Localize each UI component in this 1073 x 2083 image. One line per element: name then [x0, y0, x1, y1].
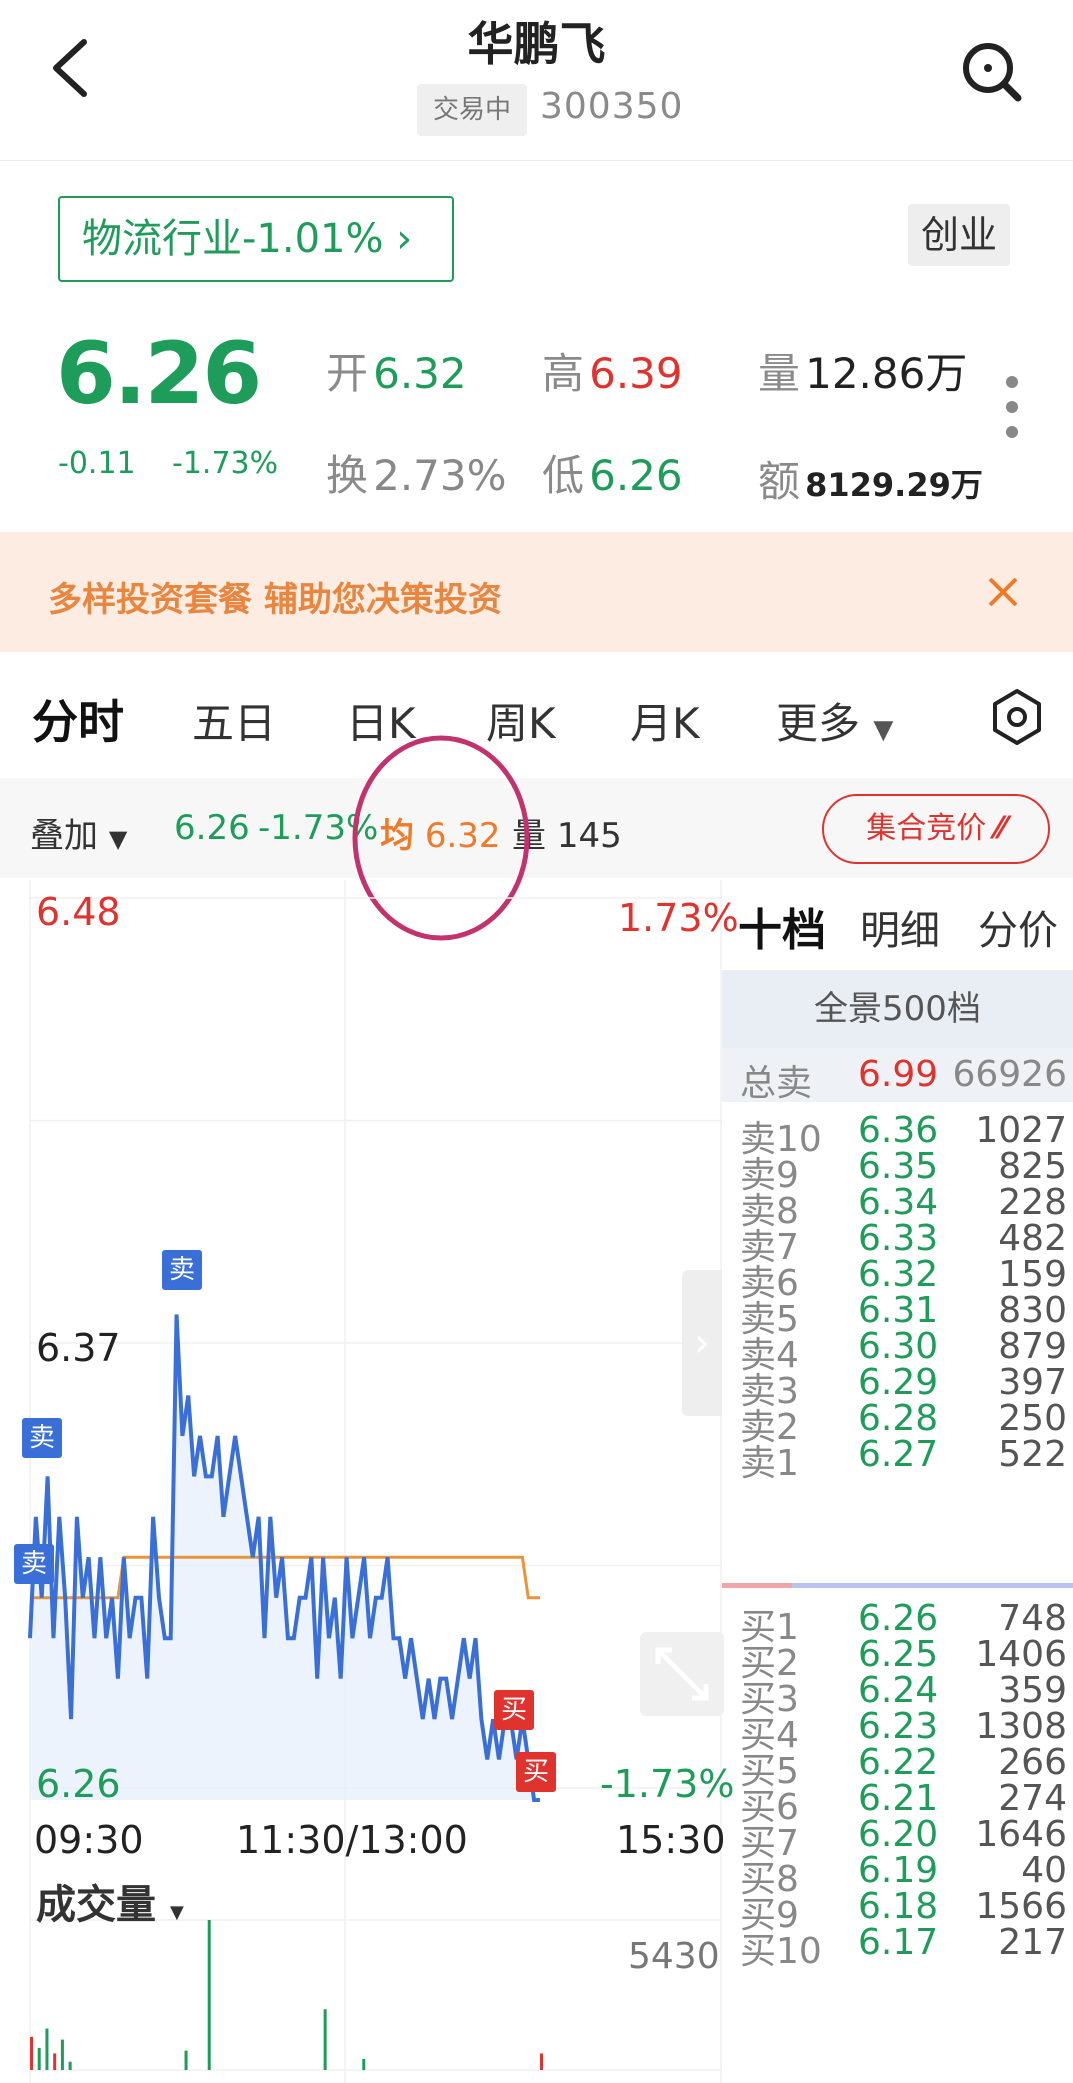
volume-value: 12.86万 [805, 349, 968, 398]
overlay-label: 叠加 [30, 816, 98, 856]
y-axis-top-label: 6.48 [36, 890, 121, 934]
sell-row[interactable]: 卖1 6.27 522 [722, 1432, 1073, 1484]
time-end-label: 15:30 [616, 1818, 726, 1862]
sell-label: 卖1 [740, 1443, 799, 1484]
volume-bar [207, 1920, 211, 2070]
low-stat: 低 6.26 [542, 442, 683, 503]
chevron-right-icon: › [396, 216, 413, 262]
amount-label: 额 [758, 457, 801, 506]
buy-marker[interactable]: 买 [516, 1752, 556, 1792]
expand-panel-handle[interactable]: › [682, 1270, 722, 1416]
stock-code: 300350 [540, 86, 684, 127]
volume-bar [323, 2009, 327, 2070]
open-stat: 开 6.32 [326, 340, 467, 401]
auction-label: 集合竞价 [866, 811, 987, 846]
toolbar-price: 6.26 [174, 808, 250, 848]
panorama-500-button[interactable]: 全景500档 [722, 970, 1073, 1048]
volume-bar [68, 2061, 72, 2070]
buy-row[interactable]: 买10 6.17 217 [722, 1920, 1073, 1972]
total-sell-label: 总卖 [740, 1063, 813, 1104]
bid-ask-divider-accent [722, 1583, 792, 1588]
auction-stripes-icon: ⁄⁄ [995, 811, 1006, 846]
current-price: 6.26 [56, 324, 262, 424]
tab-intraday[interactable]: 分时 [32, 686, 124, 752]
volume-title[interactable]: 成交量 ▼ [36, 1872, 184, 1930]
fullscreen-icon[interactable] [640, 1632, 724, 1716]
promo-text: 多样投资套餐 辅助您决策投资 [48, 580, 502, 620]
sell-vol: 522 [998, 1434, 1067, 1475]
volume-bar [30, 2036, 33, 2070]
open-label: 开 [326, 349, 369, 398]
time-start-label: 09:30 [34, 1818, 144, 1862]
volume-max-label: 5430 [628, 1936, 720, 1977]
call-auction-button[interactable]: 集合竞价 ⁄⁄ [822, 794, 1050, 864]
tab-more-label: 更多 [776, 699, 861, 748]
trading-status-badge: 交易中 [417, 84, 527, 136]
sell-price: 6.27 [858, 1434, 939, 1475]
amount-stat: 额 8129.29万 [758, 448, 983, 509]
volume-bar [362, 2058, 366, 2070]
price-change: -0.11 [58, 446, 136, 481]
high-label: 高 [542, 349, 585, 398]
caret-down-icon: ▼ [873, 715, 894, 745]
volume-bar [60, 2039, 64, 2070]
low-value: 6.26 [589, 451, 683, 500]
tab-ten-levels[interactable]: 十档 [738, 894, 826, 958]
turnover-value: 2.73% [373, 451, 507, 500]
volume-stat: 量 12.86万 [758, 340, 967, 401]
low-label: 低 [542, 451, 585, 500]
caret-down-icon: ▼ [108, 825, 128, 853]
volume-bar [184, 2050, 188, 2070]
buy-label: 买10 [740, 1931, 822, 1972]
pct-axis-bottom-label: -1.73% [600, 1762, 735, 1806]
tab-details[interactable]: 明细 [860, 898, 940, 956]
sell-marker[interactable]: 卖 [14, 1544, 54, 1584]
y-axis-bottom-label: 6.26 [36, 1762, 121, 1806]
time-mid-label: 11:30/13:00 [236, 1818, 468, 1862]
tab-monthly-k[interactable]: 月K [630, 690, 700, 751]
volume-bar [45, 2028, 49, 2070]
chart-settings-icon[interactable] [988, 688, 1046, 746]
sector-link[interactable]: 物流行业-1.01% › [58, 196, 454, 282]
volume-bars [30, 1920, 543, 2070]
total-sell-volume: 66926 [952, 1054, 1067, 1095]
sell-marker[interactable]: 卖 [22, 1418, 62, 1458]
high-stat: 高 6.39 [542, 340, 683, 401]
caret-down-icon: ▼ [169, 1902, 184, 1923]
pct-axis-top-label: 1.73% [618, 896, 739, 940]
amount-value: 8129.29万 [805, 466, 983, 504]
overlay-dropdown[interactable]: 叠加 ▼ [30, 808, 127, 857]
volume-bar [37, 2047, 41, 2070]
open-value: 6.32 [373, 349, 467, 398]
total-sell-price: 6.99 [858, 1054, 939, 1095]
search-icon[interactable] [960, 40, 1022, 102]
volume-label: 量 [758, 349, 801, 398]
more-options-icon[interactable] [1002, 372, 1022, 442]
high-value: 6.39 [589, 349, 683, 398]
total-sell-row: 总卖 6.99 66926 [722, 1048, 1073, 1104]
turnover-stat: 换 2.73% [326, 442, 507, 503]
y-axis-mid-label: 6.37 [36, 1326, 121, 1370]
buy-marker[interactable]: 买 [494, 1690, 534, 1730]
stock-name-title: 华鹏飞 [467, 17, 606, 71]
volume-bar [53, 2053, 57, 2070]
buy-vol: 217 [998, 1922, 1067, 1963]
close-icon[interactable] [985, 574, 1021, 610]
tab-price-distribution[interactable]: 分价 [978, 898, 1058, 956]
sell-marker[interactable]: 卖 [162, 1250, 202, 1290]
volume-bar [540, 2053, 543, 2070]
board-badge: 创业 [908, 204, 1010, 266]
chevron-right-icon: › [694, 1320, 710, 1366]
vol-value: 145 [556, 816, 622, 856]
price-change-percent: -1.73% [172, 446, 279, 481]
sector-label: 物流行业-1.01% [82, 216, 397, 262]
buy-price: 6.17 [858, 1922, 939, 1963]
tab-more[interactable]: 更多 ▼ [776, 690, 893, 751]
turnover-label: 换 [326, 451, 369, 500]
volume-title-label: 成交量 [36, 1882, 156, 1928]
tab-five-day[interactable]: 五日 [192, 690, 276, 751]
